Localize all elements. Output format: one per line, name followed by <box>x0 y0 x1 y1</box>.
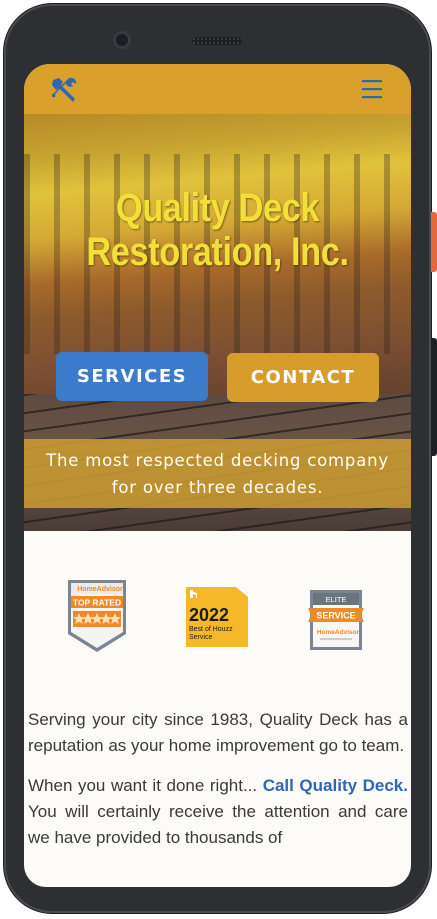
homeadvisor-badge-label: TOP RATED <box>73 598 121 608</box>
homeadvisor-elite-service-badge[interactable]: ELITE SERVICE HomeAdvisor <box>306 588 366 652</box>
intro-paragraph-2: When you want it done right... Call Qual… <box>28 773 408 851</box>
hero-title-line1: Quality Deck <box>115 186 320 230</box>
top-nav-bar <box>24 64 411 114</box>
call-quality-deck-link[interactable]: Call Quality Deck. <box>263 776 408 795</box>
homeadvisor-badge-brand: HomeAdvisor <box>77 586 123 593</box>
contact-button[interactable]: CONTACT <box>227 353 379 402</box>
elite-badge-top: ELITE <box>326 595 347 604</box>
intro-paragraph-1: Serving your city since 1983, Quality De… <box>28 710 408 755</box>
tagline-text: The most respected decking company for o… <box>46 451 389 497</box>
earpiece-speaker <box>192 37 242 45</box>
intro-paragraph-2-end: You will certainly receive the attention… <box>28 802 408 847</box>
services-button[interactable]: SERVICES <box>56 352 208 401</box>
hero-title-line2: Restoration, Inc. <box>86 230 349 274</box>
elite-badge-label: SERVICE <box>316 611 355 621</box>
hero-banner: Quality Deck Restoration, Inc. SERVICES C… <box>24 114 411 531</box>
best-of-houzz-badge[interactable]: 2022 Best of Houzz Service <box>184 585 250 649</box>
hero-title: Quality Deck Restoration, Inc. <box>51 186 384 274</box>
homeadvisor-top-rated-badge[interactable]: HomeAdvisor TOP RATED <box>64 578 130 654</box>
intro-text: Serving your city since 1983, Quality De… <box>28 707 408 865</box>
phone-volume-button <box>431 338 437 456</box>
phone-screen: Quality Deck Restoration, Inc. SERVICES C… <box>24 64 411 887</box>
elite-badge-brand: HomeAdvisor <box>317 629 360 636</box>
badge-row: HomeAdvisor TOP RATED 2022 Best of Houzz… <box>24 531 411 701</box>
houzz-badge-line1: Best of Houzz <box>189 626 233 633</box>
tools-icon[interactable] <box>50 76 80 104</box>
intro-paragraph-2-start: When you want it done right... <box>28 776 263 795</box>
phone-power-button <box>431 212 437 272</box>
hamburger-menu-icon[interactable] <box>360 78 384 100</box>
houzz-badge-line2: Service <box>189 634 212 641</box>
houzz-badge-year: 2022 <box>189 605 229 625</box>
front-camera <box>113 31 131 49</box>
